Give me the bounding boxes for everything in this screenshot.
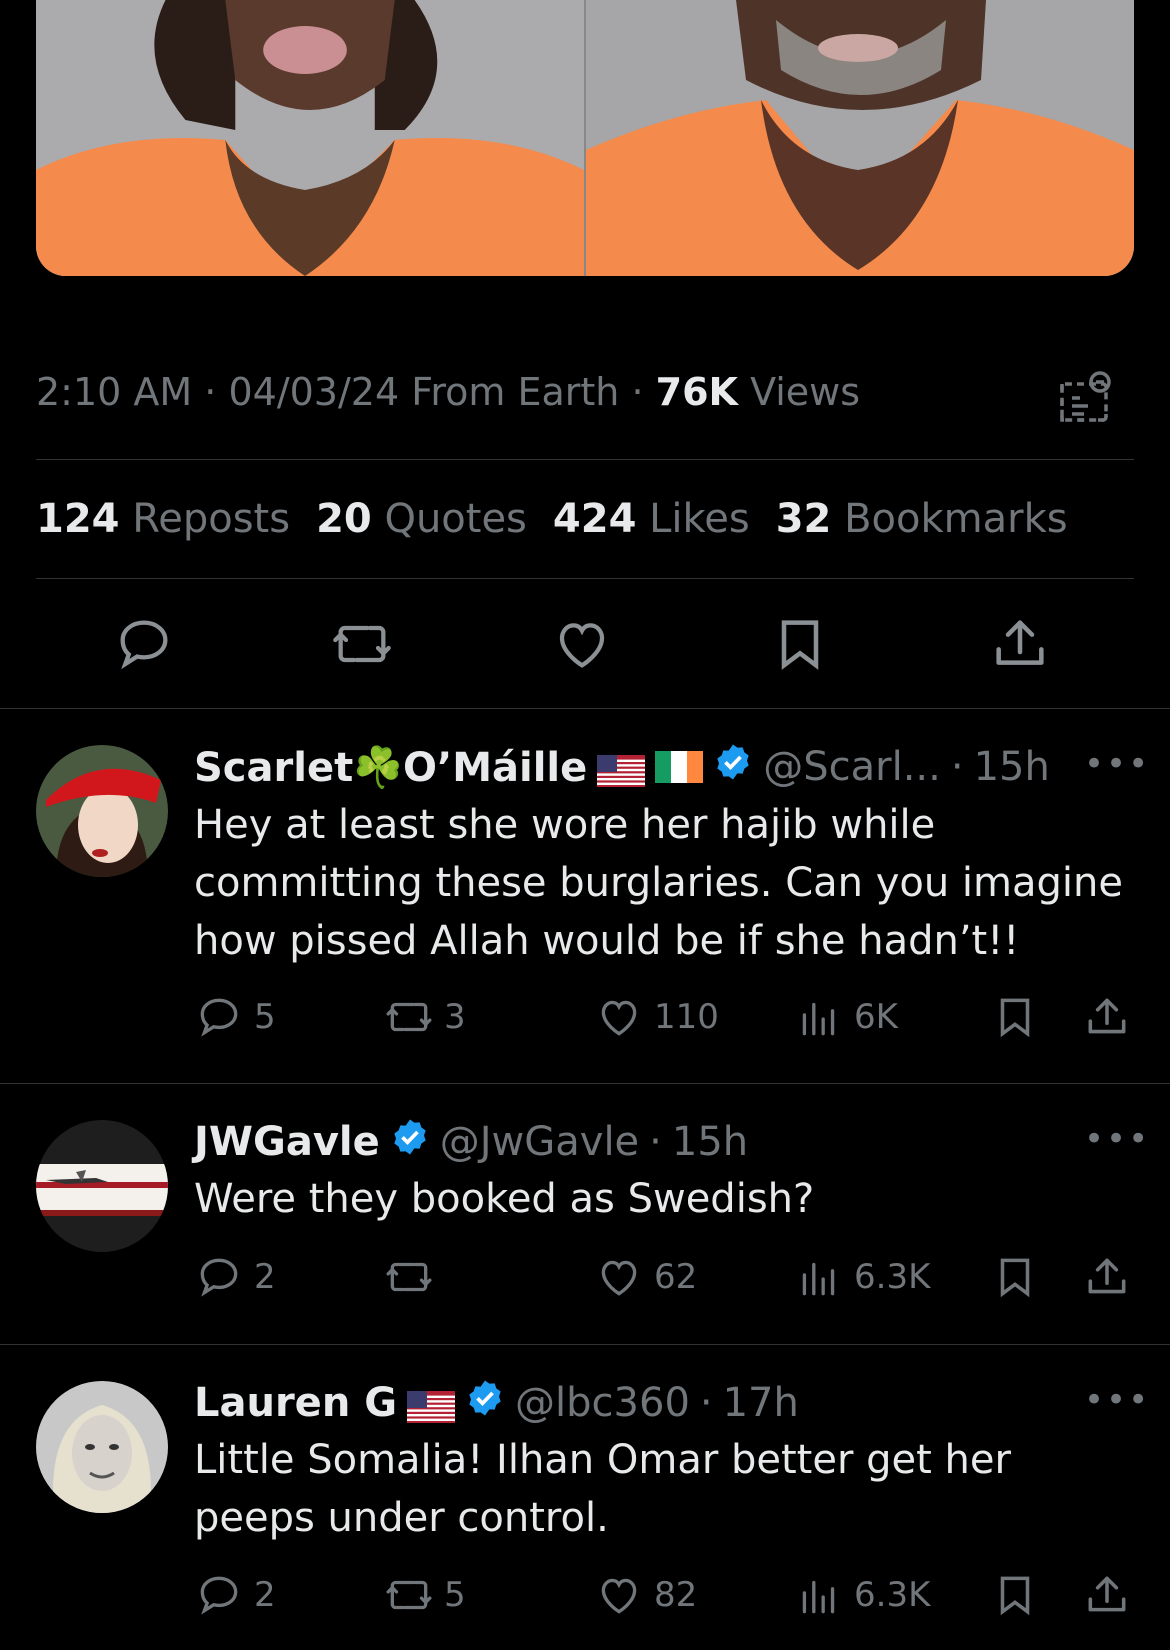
avatar[interactable] (36, 1381, 168, 1513)
avatar[interactable] (36, 1120, 168, 1252)
display-name[interactable]: Scarlet☘️O’Máille (194, 744, 587, 791)
stat-bookmarks[interactable]: 32 Bookmarks (776, 496, 1068, 542)
handle[interactable]: @lbc360 (515, 1380, 690, 1426)
stat-likes[interactable]: 424 Likes (553, 496, 750, 542)
views-button[interactable]: 6.3K (794, 1252, 930, 1302)
divider (36, 578, 1134, 579)
timestamp[interactable]: 17h (723, 1380, 799, 1426)
reply-text: Hey at least she wore her hajib while co… (194, 802, 1123, 964)
us-flag-icon (407, 1387, 456, 1423)
repost-count: 5 (444, 1575, 466, 1615)
reply-count: 5 (254, 997, 276, 1037)
like-button[interactable]: 110 (594, 992, 719, 1042)
tweet-meta: 2:10 AM · 04/03/24 From Earth · 76K View… (36, 370, 861, 414)
like-button[interactable]: 62 (594, 1252, 697, 1302)
verified-badge-icon (390, 1117, 430, 1167)
views-count: 76K (655, 370, 738, 414)
views-button[interactable]: 6.3K (794, 1570, 930, 1620)
bookmark-button[interactable] (990, 1570, 1040, 1620)
bookmark-button[interactable] (990, 992, 1040, 1042)
repost-button[interactable]: 3 (384, 992, 466, 1042)
avatar[interactable] (36, 745, 168, 877)
views-count: 6.3K (854, 1575, 931, 1615)
reply-button[interactable]: 2 (194, 1252, 276, 1302)
engagement-stats: 124 Reposts 20 Quotes 424 Likes 32 Bookm… (36, 496, 1068, 542)
reply-header: Lauren G @lbc360 · 17h (194, 1378, 799, 1428)
reply-text: Little Somalia! Ilhan Omar better get he… (194, 1437, 1011, 1541)
like-icon[interactable] (550, 612, 614, 676)
share-button[interactable] (1082, 1570, 1132, 1620)
like-count: 82 (654, 1575, 698, 1615)
like-count: 110 (654, 997, 719, 1037)
share-button[interactable] (1082, 1252, 1132, 1302)
tweet-date[interactable]: 04/03/24 (228, 370, 399, 414)
divider (0, 1344, 1170, 1345)
reply-icon[interactable] (112, 612, 176, 676)
reply-count: 2 (254, 1575, 276, 1615)
ireland-flag-icon (655, 751, 704, 783)
repost-count: 3 (444, 997, 466, 1037)
divider (0, 1083, 1170, 1084)
views-count: 6.3K (854, 1257, 931, 1297)
stat-reposts[interactable]: 124 Reposts (36, 496, 290, 542)
mugshot-photo-left[interactable] (36, 0, 584, 276)
views-count: 6K (854, 997, 898, 1037)
verified-badge-icon (465, 1378, 505, 1428)
more-options-icon[interactable]: ••• (1084, 744, 1150, 784)
reply-header: JWGavle @JwGavle · 15h (194, 1117, 749, 1167)
analytics-icon[interactable] (1058, 370, 1112, 424)
reply-header: Scarlet☘️O’Máille @Scarl... · 15h (194, 742, 1050, 792)
tweet-media[interactable] (36, 0, 1134, 276)
timestamp[interactable]: 15h (974, 744, 1050, 790)
views-button[interactable]: 6K (794, 992, 898, 1042)
divider (36, 459, 1134, 460)
reply-actions: 2 62 6.3K (194, 1252, 1144, 1302)
tweet-time[interactable]: 2:10 AM (36, 370, 192, 414)
timestamp[interactable]: 15h (672, 1119, 748, 1165)
display-name[interactable]: JWGavle (194, 1119, 380, 1165)
verified-badge-icon (713, 742, 753, 792)
reply-actions: 2 5 82 6.3K (194, 1570, 1144, 1620)
views-label: Views (750, 370, 861, 414)
like-count: 62 (654, 1257, 698, 1297)
divider (0, 708, 1170, 709)
mugshot-photo-right[interactable] (584, 0, 1134, 276)
reply-text: Were they booked as Swedish? (194, 1176, 815, 1222)
bookmark-icon[interactable] (768, 612, 832, 676)
more-options-icon[interactable]: ••• (1084, 1119, 1150, 1159)
handle[interactable]: @Scarl... (763, 744, 941, 790)
like-button[interactable]: 82 (594, 1570, 697, 1620)
handle[interactable]: @JwGavle (440, 1119, 639, 1165)
display-name[interactable]: Lauren G (194, 1380, 397, 1426)
more-options-icon[interactable]: ••• (1084, 1380, 1150, 1420)
stat-quotes[interactable]: 20 Quotes (316, 496, 527, 542)
reply-count: 2 (254, 1257, 276, 1297)
tweet-source: From Earth (411, 370, 620, 414)
reply-button[interactable]: 2 (194, 1570, 276, 1620)
reply-actions: 5 3 110 6K (194, 992, 1144, 1042)
bookmark-button[interactable] (990, 1252, 1040, 1302)
repost-icon[interactable] (330, 612, 394, 676)
share-button[interactable] (1082, 992, 1132, 1042)
us-flag-icon (597, 751, 646, 787)
repost-button[interactable]: 5 (384, 1570, 466, 1620)
repost-button[interactable] (384, 1252, 444, 1302)
reply-button[interactable]: 5 (194, 992, 276, 1042)
share-icon[interactable] (988, 612, 1052, 676)
